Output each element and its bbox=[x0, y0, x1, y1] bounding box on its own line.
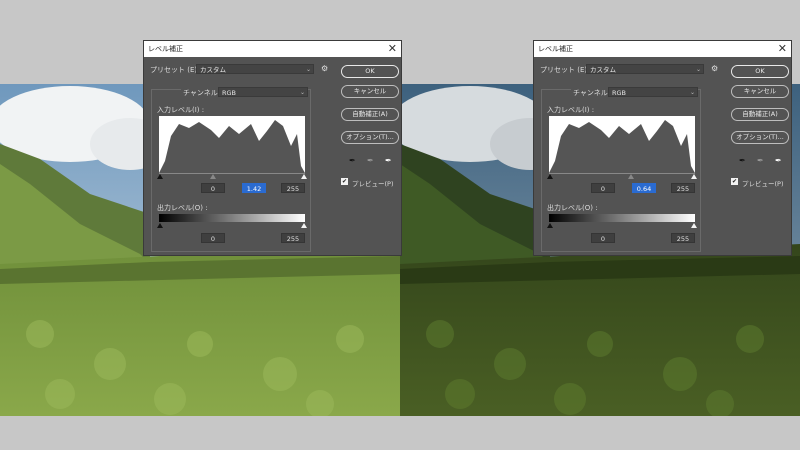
preset-value: カスタム bbox=[200, 66, 226, 74]
ok-button[interactable]: OK bbox=[341, 65, 399, 78]
dialog-titlebar[interactable]: レベル補正 ✕ bbox=[144, 41, 401, 57]
chevron-down-icon: ⌄ bbox=[305, 66, 311, 73]
black-eyedropper-icon[interactable]: ✒ bbox=[349, 156, 356, 165]
cancel-button[interactable]: キャンセル bbox=[341, 85, 399, 98]
eyedropper-group: ✒ ✒ ✒ bbox=[349, 156, 399, 166]
checkmark-icon: ✔ bbox=[341, 178, 348, 185]
output-black-field[interactable]: 0 bbox=[591, 233, 615, 243]
output-black-slider[interactable] bbox=[157, 223, 163, 228]
preview-checkbox[interactable]: ✔ bbox=[341, 178, 348, 185]
input-gamma-field[interactable]: 1.42 bbox=[242, 183, 266, 193]
histogram bbox=[549, 116, 695, 173]
output-white-field[interactable]: 255 bbox=[671, 233, 695, 243]
gray-eyedropper-icon[interactable]: ✒ bbox=[757, 156, 764, 165]
dialog-titlebar[interactable]: レベル補正 ✕ bbox=[534, 41, 791, 57]
output-levels-label: 出力レベル(O) : bbox=[157, 204, 208, 212]
output-white-slider[interactable] bbox=[301, 223, 307, 228]
preview-label: プレビュー(P) bbox=[742, 180, 784, 188]
close-icon[interactable]: ✕ bbox=[388, 42, 397, 55]
output-white-slider[interactable] bbox=[691, 223, 697, 228]
channel-select[interactable]: RGB ⌄ bbox=[218, 87, 308, 97]
output-black-slider[interactable] bbox=[547, 223, 553, 228]
input-white-field[interactable]: 255 bbox=[281, 183, 305, 193]
chevron-down-icon: ⌄ bbox=[689, 89, 695, 96]
input-track bbox=[549, 173, 695, 174]
eyedropper-group: ✒ ✒ ✒ bbox=[739, 156, 789, 166]
output-black-field[interactable]: 0 bbox=[201, 233, 225, 243]
gear-icon[interactable]: ⚙ bbox=[711, 64, 718, 73]
dialog-title: レベル補正 bbox=[538, 45, 573, 53]
preview-checkbox[interactable]: ✔ bbox=[731, 178, 738, 185]
preset-select[interactable]: カスタム ⌄ bbox=[196, 64, 314, 74]
histogram bbox=[159, 116, 305, 173]
preset-label: プリセット (E) : bbox=[540, 66, 592, 74]
preset-select[interactable]: カスタム ⌄ bbox=[586, 64, 704, 74]
options-button[interactable]: オプション(T)... bbox=[731, 131, 789, 144]
levels-dialog-left: レベル補正 ✕ プリセット (E) : カスタム ⌄ ⚙ チャンネル : RGB… bbox=[143, 40, 402, 256]
chevron-down-icon: ⌄ bbox=[299, 89, 305, 96]
input-black-field[interactable]: 0 bbox=[591, 183, 615, 193]
channel-value: RGB bbox=[222, 89, 237, 97]
input-black-slider[interactable] bbox=[157, 174, 163, 179]
options-button[interactable]: オプション(T)... bbox=[341, 131, 399, 144]
white-eyedropper-icon[interactable]: ✒ bbox=[775, 156, 782, 165]
input-gamma-slider[interactable] bbox=[628, 174, 634, 179]
channel-value: RGB bbox=[612, 89, 627, 97]
input-white-slider[interactable] bbox=[691, 174, 697, 179]
output-levels-label: 出力レベル(O) : bbox=[547, 204, 598, 212]
auto-button[interactable]: 自動補正(A) bbox=[341, 108, 399, 121]
preset-value: カスタム bbox=[590, 66, 616, 74]
auto-button[interactable]: 自動補正(A) bbox=[731, 108, 789, 121]
input-black-field[interactable]: 0 bbox=[201, 183, 225, 193]
preview-label: プレビュー(P) bbox=[352, 180, 394, 188]
cancel-button[interactable]: キャンセル bbox=[731, 85, 789, 98]
checkmark-icon: ✔ bbox=[731, 178, 738, 185]
input-levels-label: 入力レベル(I) : bbox=[157, 106, 205, 114]
white-eyedropper-icon[interactable]: ✒ bbox=[385, 156, 392, 165]
output-gradient bbox=[549, 214, 695, 222]
gear-icon[interactable]: ⚙ bbox=[321, 64, 328, 73]
black-eyedropper-icon[interactable]: ✒ bbox=[739, 156, 746, 165]
channel-select[interactable]: RGB ⌄ bbox=[608, 87, 698, 97]
ok-button[interactable]: OK bbox=[731, 65, 789, 78]
chevron-down-icon: ⌄ bbox=[695, 66, 701, 73]
input-track bbox=[159, 173, 305, 174]
input-white-slider[interactable] bbox=[301, 174, 307, 179]
input-levels-label: 入力レベル(I) : bbox=[547, 106, 595, 114]
levels-dialog-right: レベル補正 ✕ プリセット (E) : カスタム ⌄ ⚙ チャンネル : RGB… bbox=[533, 40, 792, 256]
input-gamma-field[interactable]: 0.64 bbox=[632, 183, 656, 193]
output-gradient bbox=[159, 214, 305, 222]
input-gamma-slider[interactable] bbox=[210, 174, 216, 179]
close-icon[interactable]: ✕ bbox=[778, 42, 787, 55]
dialog-title: レベル補正 bbox=[148, 45, 183, 53]
preset-label: プリセット (E) : bbox=[150, 66, 202, 74]
input-black-slider[interactable] bbox=[547, 174, 553, 179]
output-white-field[interactable]: 255 bbox=[281, 233, 305, 243]
gray-eyedropper-icon[interactable]: ✒ bbox=[367, 156, 374, 165]
input-white-field[interactable]: 255 bbox=[671, 183, 695, 193]
